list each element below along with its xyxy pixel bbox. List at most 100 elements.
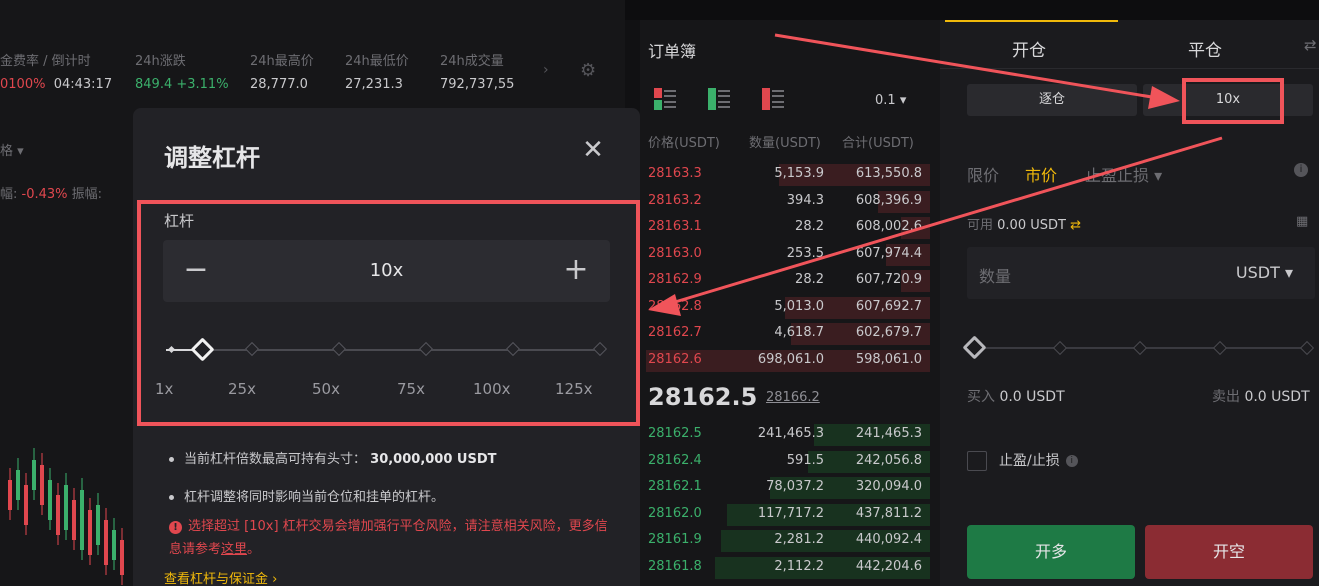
row-qty: 4,618.7: [774, 325, 824, 340]
both-sides-view-icon[interactable]: [654, 88, 678, 110]
open-short-button[interactable]: 开空: [1145, 525, 1313, 579]
candle-body: [56, 495, 60, 535]
slider-mark[interactable]: [505, 341, 521, 357]
row-total: 607,692.7: [855, 298, 922, 314]
row-qty: 2,281.2: [774, 532, 824, 547]
row-price: 28163.0: [648, 245, 702, 261]
ask-row[interactable]: 28163.3 5,153.9 613,550.8: [640, 162, 930, 188]
bid-row[interactable]: 28162.0 117,717.2 437,811.2: [640, 502, 930, 528]
ask-row[interactable]: 28163.2 394.3 608,396.9: [640, 189, 930, 215]
order-type-tpsl[interactable]: 止盈止损 ▾: [1085, 162, 1162, 186]
sell-amount: 卖出 0.0 USDT: [1212, 389, 1310, 405]
settings-icon[interactable]: ⚙: [580, 60, 596, 81]
bid-row[interactable]: 28162.4 591.5 242,056.8: [640, 449, 930, 475]
transfer-icon[interactable]: ⇄: [1070, 218, 1081, 233]
row-price: 28162.5: [648, 426, 702, 441]
asks-only-view-icon[interactable]: [762, 88, 786, 110]
buy-amount: 买入 0.0 USDT: [967, 389, 1065, 405]
leverage-marks: 1x 25x 50x 75x 100x 125x: [155, 380, 625, 400]
leverage-mark-label[interactable]: 1x: [155, 380, 173, 398]
open-long-button[interactable]: 开多: [967, 525, 1135, 579]
ask-row[interactable]: 28162.9 28.2 607,720.9: [640, 268, 930, 294]
view-leverage-margin-link[interactable]: 查看杠杆与保证金 ›: [164, 568, 277, 586]
candle-body: [104, 520, 108, 565]
margin-mode-button[interactable]: 逐仓: [967, 84, 1137, 116]
row-price: 28162.0: [648, 505, 702, 521]
calculator-icon[interactable]: ▦: [1296, 214, 1308, 229]
order-type-market[interactable]: 市价: [1025, 162, 1057, 186]
ticker-low: 24h最低价 27,231.3: [345, 54, 409, 92]
slider-mark[interactable]: [331, 341, 347, 357]
row-total: 242,056.8: [855, 452, 922, 468]
row-total: 602,679.7: [855, 325, 922, 340]
ask-row[interactable]: 28163.0 253.5 607,974.4: [640, 242, 930, 268]
row-price: 28162.7: [648, 325, 702, 340]
row-qty: 117,717.2: [757, 505, 824, 521]
row-total: 608,396.9: [855, 192, 922, 208]
chevron-right-icon[interactable]: ›: [543, 62, 549, 78]
unit-dropdown[interactable]: USDT ▾: [1236, 263, 1293, 282]
ticker-volume: 24h成交量 792,737,55: [440, 54, 515, 92]
slider-mark[interactable]: [244, 341, 260, 357]
bid-row[interactable]: 28162.5 241,465.3 241,465.3: [640, 422, 930, 448]
slider-handle[interactable]: [190, 337, 215, 362]
row-price: 28161.9: [648, 532, 702, 547]
increase-button[interactable]: +: [561, 253, 591, 287]
row-qty: 2,112.2: [774, 558, 824, 574]
order-type-limit[interactable]: 限价: [967, 162, 999, 186]
ask-row[interactable]: 28162.6 698,061.0 598,061.0: [640, 348, 930, 374]
row-total: 613,550.8: [855, 166, 922, 181]
slider-mark[interactable]: [418, 341, 434, 357]
tpsl-checkbox[interactable]: 止盈/止损 i: [967, 450, 1078, 471]
tab-close[interactable]: 平仓: [1188, 36, 1222, 61]
leverage-mark-label[interactable]: 100x: [473, 380, 511, 398]
max-position-info: 当前杠杆倍数最高可持有头寸： 30,000,000 USDT: [169, 448, 497, 467]
bids-only-view-icon[interactable]: [708, 88, 732, 110]
quantity-slider[interactable]: [962, 335, 1315, 360]
trade-panel: 开仓 平仓 ⇄ 逐仓 10x 限价 市价 止盈止损 ▾ i 可用 0.00 US…: [940, 20, 1319, 586]
warning-icon: !: [169, 521, 182, 534]
close-icon[interactable]: ✕: [581, 137, 605, 163]
row-price: 28162.6: [648, 351, 702, 367]
candle-body: [40, 465, 44, 505]
candle-body: [48, 480, 52, 520]
bid-row[interactable]: 28162.1 78,037.2 320,094.0: [640, 475, 930, 501]
divider: [940, 68, 1319, 69]
leverage-mark-label[interactable]: 25x: [228, 380, 256, 398]
leverage-value[interactable]: 10x: [163, 260, 610, 281]
price-type-dropdown[interactable]: 格 ▾: [0, 140, 24, 159]
row-price: 28163.2: [648, 192, 702, 208]
candle-body: [8, 480, 12, 510]
row-qty: 5,013.0: [774, 298, 824, 314]
order-book: 订单簿 0.1 ▾ 价格(USDT) 数量(USDT) 合计(USDT) 281…: [640, 20, 940, 586]
leverage-mark-label[interactable]: 125x: [555, 380, 593, 398]
quantity-input[interactable]: 数量 USDT ▾: [967, 247, 1315, 299]
row-qty: 28.2: [795, 219, 824, 234]
row-qty: 591.5: [786, 452, 824, 468]
row-price: 28161.8: [648, 558, 702, 574]
mark-price[interactable]: 28166.2: [766, 390, 820, 405]
bid-row[interactable]: 28161.9 2,281.2 440,092.4: [640, 528, 930, 554]
row-total: 437,811.2: [855, 505, 922, 521]
checkbox[interactable]: [967, 451, 987, 471]
ask-row[interactable]: 28163.1 28.2 608,002.6: [640, 215, 930, 241]
slider-mark[interactable]: [592, 341, 608, 357]
ask-row[interactable]: 28162.8 5,013.0 607,692.7: [640, 295, 930, 321]
info-icon[interactable]: i: [1294, 163, 1308, 177]
row-total: 241,465.3: [855, 426, 922, 441]
leverage-button[interactable]: 10x: [1143, 84, 1313, 116]
leverage-slider[interactable]: [166, 336, 608, 366]
more-icon[interactable]: ⇄: [1304, 36, 1317, 54]
leverage-mark-label[interactable]: 50x: [312, 380, 340, 398]
tab-open[interactable]: 开仓: [1012, 36, 1046, 61]
ask-row[interactable]: 28162.7 4,618.7 602,679.7: [640, 321, 930, 347]
ticker-high: 24h最高价 28,777.0: [250, 54, 314, 92]
row-qty: 394.3: [786, 192, 824, 208]
leverage-mark-label[interactable]: 75x: [397, 380, 425, 398]
more-info-link[interactable]: 这里: [221, 542, 247, 557]
modal-title: 调整杠杆: [164, 144, 260, 172]
slider-handle[interactable]: [962, 335, 987, 360]
precision-dropdown[interactable]: 0.1 ▾: [875, 93, 906, 108]
active-tab-indicator: [945, 20, 1118, 22]
bid-row[interactable]: 28161.8 2,112.2 442,204.6: [640, 555, 930, 581]
